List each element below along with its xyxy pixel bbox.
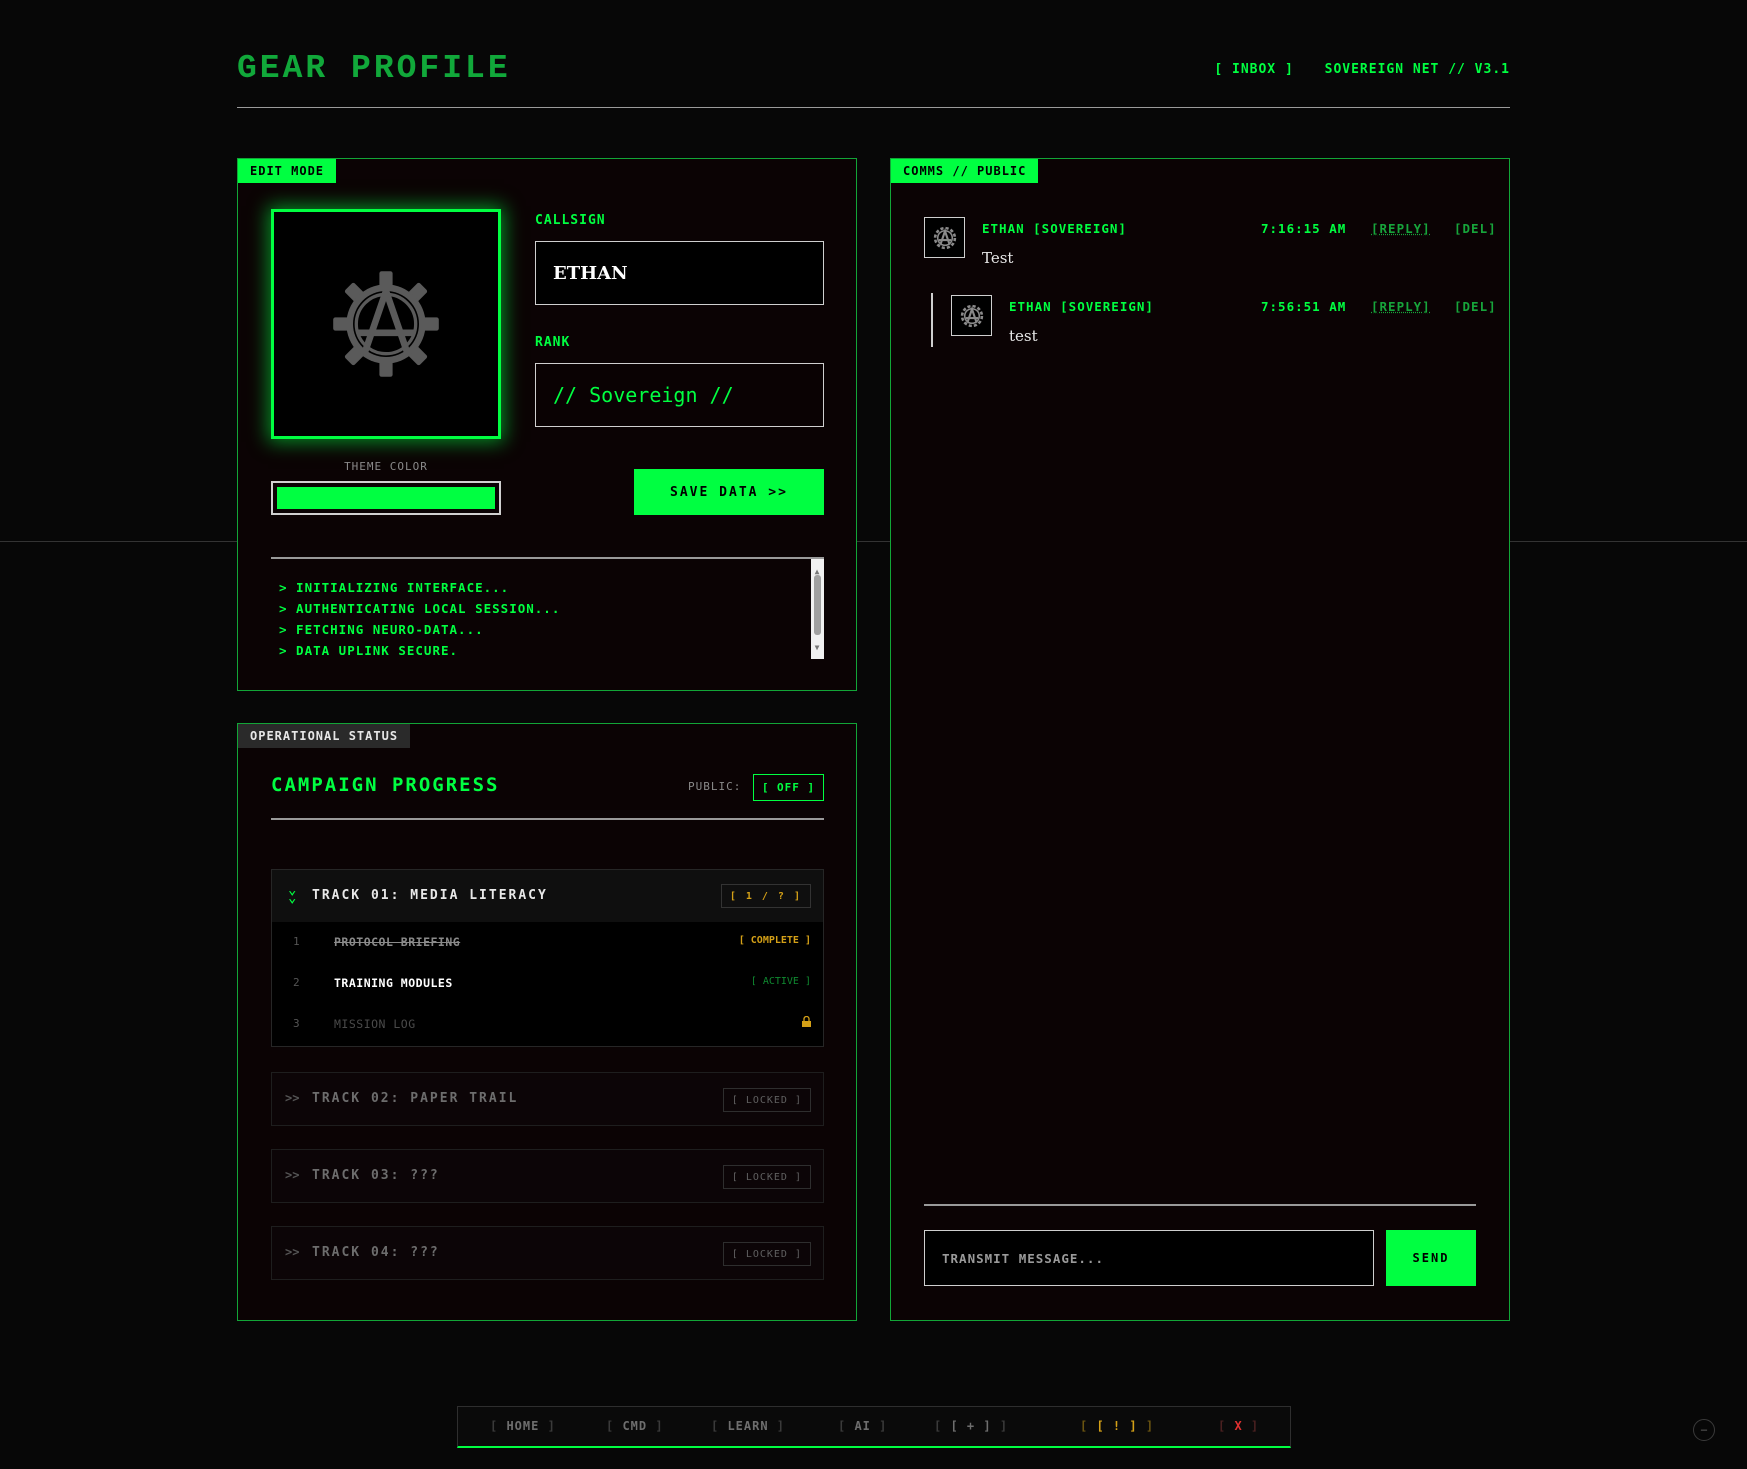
track-arrow: >> [285, 1168, 300, 1182]
inbox-link[interactable]: [ INBOX ] [1214, 62, 1293, 77]
message-author: ETHAN [SOVEREIGN] [1009, 299, 1154, 314]
reply-link[interactable]: [REPLY] [1371, 299, 1431, 314]
nav-cmd[interactable]: [ CMD ] [606, 1419, 664, 1433]
log-line: > AUTHENTICATING LOCAL SESSION... [279, 601, 561, 616]
locked-badge: [ LOCKED ] [722, 1088, 811, 1112]
track-arrow: >> [285, 1245, 300, 1259]
message-reply: ETHAN [SOVEREIGN] 7:56:51 AM [REPLY] [DE… [951, 295, 1496, 355]
lock-icon [802, 1015, 811, 1030]
track-name: TRACK 04: ??? [312, 1245, 440, 1260]
scroll-down-icon[interactable]: ▼ [811, 637, 824, 658]
net-label: SOVEREIGN NET // V3.1 [1324, 62, 1510, 77]
message-text: Test [982, 249, 1014, 267]
list-item[interactable]: 1 PROTOCOL BRIEFING [ COMPLETE ] [272, 922, 823, 963]
chevron-down-icon: ⌄ ⌄ [288, 882, 297, 906]
locked-badge: [ LOCKED ] [722, 1242, 811, 1266]
message-author: ETHAN [SOVEREIGN] [982, 221, 1127, 236]
status-badge: [ ACTIVE ] [750, 976, 811, 987]
list-item: 3 MISSION LOG [272, 1004, 823, 1045]
status-panel: OPERATIONAL STATUS CAMPAIGN PROGRESS PUB… [237, 723, 857, 1321]
item-name: PROTOCOL BRIEFING [334, 935, 461, 949]
save-data-button[interactable]: SAVE DATA >> [634, 469, 824, 515]
send-button[interactable]: SEND [1386, 1230, 1476, 1286]
track-01: ⌄ ⌄ TRACK 01: MEDIA LITERACY [ 1 / ? ] 1 … [271, 869, 824, 1047]
divider [924, 1204, 1476, 1206]
rank-label: RANK [535, 335, 571, 350]
avatar [924, 217, 965, 258]
anarchy-gear-icon [960, 304, 983, 327]
message: ETHAN [SOVEREIGN] 7:16:15 AM [REPLY] [DE… [924, 217, 1496, 277]
message-text: test [1009, 327, 1038, 345]
log-line: > INITIALIZING INTERFACE... [279, 580, 510, 595]
item-number: 2 [293, 976, 300, 989]
system-log: > INITIALIZING INTERFACE... > AUTHENTICA… [271, 557, 824, 659]
alert-icon: ! [1112, 1419, 1122, 1433]
reply-link[interactable]: [REPLY] [1371, 221, 1431, 236]
comms-panel: COMMS // PUBLIC ETHAN [SOVEREIGN] 7:16:1… [890, 158, 1510, 1321]
message-timestamp: 7:56:51 AM [1261, 299, 1347, 314]
rank-input[interactable]: // Sovereign // [535, 363, 824, 427]
log-line: > FETCHING NEURO-DATA... [279, 622, 484, 637]
edit-mode-tag: EDIT MODE [238, 159, 337, 183]
theme-color-swatch [277, 487, 495, 509]
log-scrollbar[interactable]: ▲ ▼ [811, 559, 824, 659]
item-name: MISSION LOG [334, 1017, 416, 1031]
minimize-icon[interactable]: − [1693, 1419, 1715, 1441]
item-name: TRAINING MODULES [334, 976, 453, 990]
track-03[interactable]: >> TRACK 03: ??? [ LOCKED ] [271, 1149, 824, 1203]
avatar [951, 295, 992, 336]
message-timestamp: 7:16:15 AM [1261, 221, 1347, 236]
public-toggle[interactable]: [ OFF ] [753, 774, 824, 801]
track-name: TRACK 02: PAPER TRAIL [312, 1091, 519, 1106]
page-title: GEAR PROFILE [237, 50, 511, 87]
plus-icon: + [966, 1419, 976, 1433]
divider [271, 818, 824, 820]
callsign-input[interactable]: ETHAN [535, 241, 824, 305]
operational-status-tag: OPERATIONAL STATUS [238, 724, 411, 748]
page-header: GEAR PROFILE [ INBOX ] SOVEREIGN NET // … [237, 50, 1510, 108]
track-01-header[interactable]: ⌄ ⌄ TRACK 01: MEDIA LITERACY [ 1 / ? ] [272, 870, 823, 922]
track-04[interactable]: >> TRACK 04: ??? [ LOCKED ] [271, 1226, 824, 1280]
callsign-label: CALLSIGN [535, 213, 606, 228]
nav-home[interactable]: [ HOME ] [490, 1419, 556, 1433]
item-number: 3 [293, 1017, 300, 1030]
nav-ai[interactable]: [ AI ] [838, 1419, 887, 1433]
nav-add[interactable]: [ [ + ] ] [934, 1419, 1008, 1433]
close-icon: X [1234, 1419, 1243, 1433]
status-badge: [ COMPLETE ] [738, 935, 811, 946]
campaign-progress-title: CAMPAIGN PROGRESS [271, 774, 500, 796]
anarchy-gear-icon [933, 226, 956, 249]
scroll-thumb[interactable] [814, 575, 821, 635]
theme-color-label: THEME COLOR [344, 460, 428, 473]
track-arrow: >> [285, 1091, 300, 1105]
list-item[interactable]: 2 TRAINING MODULES [ ACTIVE ] [272, 963, 823, 1004]
comms-public-tag: COMMS // PUBLIC [891, 159, 1039, 183]
public-label: PUBLIC: [688, 780, 742, 793]
track-name: TRACK 03: ??? [312, 1168, 440, 1183]
header-links: [ INBOX ] SOVEREIGN NET // V3.1 [1192, 62, 1510, 77]
thread-line [931, 293, 933, 347]
bottom-nav: [ HOME ] [ CMD ] [ LEARN ] [ AI ] [ [ + … [457, 1406, 1291, 1448]
message-input[interactable]: TRANSMIT MESSAGE... [924, 1230, 1374, 1286]
nav-close[interactable]: [ X ] [1218, 1419, 1259, 1433]
log-line: > DATA UPLINK SECURE. [279, 643, 459, 658]
nav-learn[interactable]: [ LEARN ] [711, 1419, 785, 1433]
avatar[interactable] [271, 209, 501, 439]
track-01-name: TRACK 01: MEDIA LITERACY [312, 888, 548, 903]
theme-color-picker[interactable] [271, 481, 501, 515]
track-01-count-badge: [ 1 / ? ] [720, 884, 811, 908]
edit-panel: EDIT MODE THEME COLOR CALLSIGN ETHAN RAN… [237, 158, 857, 691]
delete-link[interactable]: [DEL] [1454, 221, 1497, 236]
anarchy-gear-icon [333, 271, 439, 377]
delete-link[interactable]: [DEL] [1454, 299, 1497, 314]
nav-alert[interactable]: [ [ ! ] ] [1080, 1419, 1154, 1433]
item-number: 1 [293, 935, 300, 948]
locked-badge: [ LOCKED ] [722, 1165, 811, 1189]
track-02[interactable]: >> TRACK 02: PAPER TRAIL [ LOCKED ] [271, 1072, 824, 1126]
